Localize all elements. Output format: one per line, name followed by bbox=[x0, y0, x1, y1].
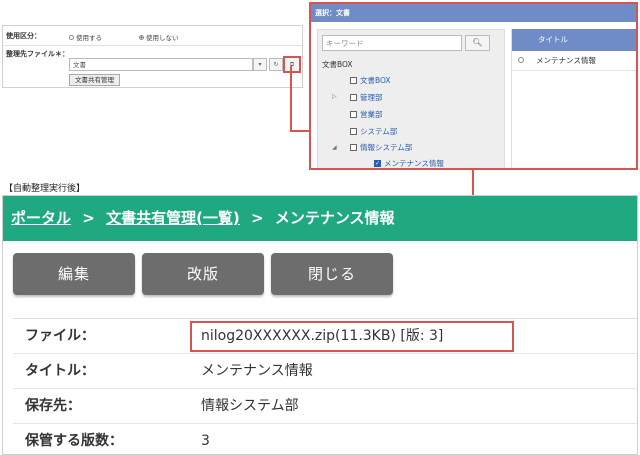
folder-select-button[interactable]: ⧉ bbox=[283, 56, 301, 73]
after-execution-label: 【自動整理実行後】 bbox=[4, 184, 86, 194]
radio-not-use-dot bbox=[139, 34, 144, 40]
keyword-input[interactable]: キーワード bbox=[322, 35, 462, 51]
detail-key: タイトル： bbox=[25, 363, 95, 379]
doc-share-button[interactable]: 文書共有管理 bbox=[69, 74, 120, 86]
detail-value: メンテナンス情報 bbox=[201, 363, 313, 379]
document-detail-page: ポータル > 文書共有管理(一覧) > メンテナンス情報 編集 改版 閉じる フ… bbox=[2, 195, 638, 455]
collapse-arrow-icon[interactable]: ◢ bbox=[332, 144, 337, 151]
radio-use-dot bbox=[69, 34, 74, 40]
radio-not-use-label: 使用しない bbox=[146, 34, 179, 42]
tree-item-maintenance[interactable]: ✓ メンテナンス情報 bbox=[374, 158, 444, 168]
detail-row-location: 保存先： 情報システム部 bbox=[13, 389, 637, 424]
list-header-title: タイトル bbox=[512, 29, 636, 51]
search-icon: 🔍︎ bbox=[472, 38, 483, 47]
file-download-link[interactable]: nilog20XXXXXX.zip(11.3KB) [版: 3] bbox=[201, 319, 443, 354]
edit-button[interactable]: 編集 bbox=[13, 253, 135, 295]
settings-form: 使用区分： 使用する 使用しない 整理先ファイル＊： 文書 ▾ ↻ ⧉ 文書共有… bbox=[2, 25, 303, 88]
expand-arrow-icon[interactable]: ▷ bbox=[332, 93, 337, 100]
folder-select-dialog: 選択：文書 キーワード 🔍︎ 文書BOX 文書BOX ▷ 管理部 営業部 システ… bbox=[309, 2, 638, 170]
tree-item-label: メンテナンス情報 bbox=[384, 159, 444, 168]
tree-item-sales[interactable]: 営業部 bbox=[350, 109, 383, 120]
tree-item-docbox[interactable]: 文書BOX bbox=[350, 75, 391, 86]
detail-value: 3 bbox=[201, 433, 210, 449]
tree-item-admin[interactable]: 管理部 bbox=[350, 92, 383, 103]
breadcrumb-portal-link[interactable]: ポータル bbox=[11, 209, 71, 227]
tree-item-label: 営業部 bbox=[360, 110, 383, 119]
detail-key: 保管する版数： bbox=[25, 433, 123, 449]
dialog-title: 選択：文書 bbox=[311, 4, 636, 22]
breadcrumb-separator: > bbox=[251, 209, 264, 227]
folder-tree-pane: キーワード 🔍︎ 文書BOX 文書BOX ▷ 管理部 営業部 システム部 ◢ 情… bbox=[317, 29, 505, 168]
checkbox[interactable] bbox=[350, 110, 357, 118]
tree-item-label: システム部 bbox=[360, 127, 398, 136]
detail-value: 情報システム部 bbox=[201, 398, 299, 414]
tree-item-info-system[interactable]: 情報システム部 bbox=[350, 142, 412, 153]
tree-item-label: 文書BOX bbox=[360, 76, 391, 85]
action-button-bar: 編集 改版 閉じる bbox=[3, 241, 637, 311]
breadcrumb: ポータル > 文書共有管理(一覧) > メンテナンス情報 bbox=[3, 196, 637, 241]
detail-key: ファイル： bbox=[25, 328, 95, 344]
breadcrumb-separator: > bbox=[82, 209, 95, 227]
checkbox[interactable] bbox=[350, 143, 357, 151]
radio-not-use[interactable]: 使用しない bbox=[139, 32, 179, 42]
document-list-pane: タイトル メンテナンス情報 bbox=[511, 29, 636, 168]
breadcrumb-current: メンテナンス情報 bbox=[274, 209, 395, 227]
dropdown-button[interactable]: ▾ bbox=[253, 58, 267, 71]
dest-label: 整理先ファイル＊： bbox=[6, 50, 69, 58]
breadcrumb-doc-share-link[interactable]: 文書共有管理(一覧) bbox=[106, 209, 240, 227]
checkbox[interactable] bbox=[350, 93, 357, 101]
detail-row-title: タイトル： メンテナンス情報 bbox=[13, 354, 637, 389]
list-item-label: メンテナンス情報 bbox=[536, 56, 596, 65]
tree-item-label: 情報システム部 bbox=[360, 143, 413, 152]
checkbox[interactable] bbox=[350, 127, 357, 135]
detail-table: ファイル： nilog20XXXXXX.zip(11.3KB) [版: 3] タ… bbox=[13, 318, 637, 454]
checkbox[interactable] bbox=[350, 76, 357, 84]
detail-row-file: ファイル： nilog20XXXXXX.zip(11.3KB) [版: 3] bbox=[13, 319, 637, 354]
search-button[interactable]: 🔍︎ bbox=[465, 35, 490, 51]
detail-key: 保存先： bbox=[25, 398, 81, 414]
detail-row-versions: 保管する版数： 3 bbox=[13, 424, 637, 454]
reset-button[interactable]: ↻ bbox=[269, 58, 283, 71]
radio-use-label: 使用する bbox=[76, 34, 102, 42]
usage-row: 使用区分： 使用する 使用しない bbox=[3, 26, 302, 46]
dest-folder-input[interactable]: 文書 bbox=[69, 58, 253, 71]
usage-label: 使用区分： bbox=[6, 32, 41, 40]
revise-button[interactable]: 改版 bbox=[142, 253, 264, 295]
checkbox-checked[interactable]: ✓ bbox=[374, 159, 381, 167]
radio-use[interactable]: 使用する bbox=[69, 32, 102, 42]
list-item[interactable]: メンテナンス情報 bbox=[512, 51, 636, 71]
radio-icon[interactable] bbox=[518, 57, 524, 63]
close-button[interactable]: 閉じる bbox=[271, 253, 393, 295]
tree-root-label: 文書BOX bbox=[322, 60, 353, 69]
tree-item-label: 管理部 bbox=[360, 93, 383, 102]
tree-item-system[interactable]: システム部 bbox=[350, 126, 397, 137]
